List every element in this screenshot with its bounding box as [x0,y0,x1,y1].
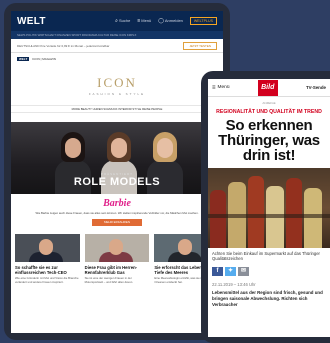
phone-screen: ≡ Menü Bild TV-Sende ANZEIGE REGIONALITÄ… [208,79,330,337]
user-icon: ◯ [158,18,164,24]
tablet-device: WELT ⌕Suche ≡Menü ◯Anmelden WELTPLUS NEW… [4,3,230,340]
intro-text: Wie Barbie zeigen auch diese Frauen, das… [35,211,199,215]
promo-button[interactable]: JETZT TESTEN [183,41,217,50]
tv-link[interactable]: TV-Sende [306,85,326,90]
facebook-icon[interactable]: f [212,266,223,276]
cta-button[interactable]: MEHR ERFAHREN [92,219,142,226]
hamburger-icon: ≡ [137,18,141,24]
search-icon: ⌕ [115,18,118,24]
device-mockup-stage: WELT ⌕Suche ≡Menü ◯Anmelden WELTPLUS NEW… [0,0,330,343]
ad-label: ANZEIGE [262,101,276,105]
article-teaser: Sie ist eine der wenigen Frauen in der M… [84,276,134,284]
article-title: Diese Frau gibt im Herren-Rennfahrerklub… [84,265,138,275]
welt-mini-logo[interactable]: WELT [17,57,30,61]
bild-logo[interactable]: Bild [257,79,278,96]
promo-bar: DEUTSCHLAND Ihre Vorteile für 0,99 € im … [11,39,223,53]
hamburger-icon[interactable]: ≡ [212,85,216,91]
icon-tagline: FASHION & STYLE [88,91,146,96]
mail-icon[interactable]: ✉ [238,266,249,276]
menu-link[interactable]: ≡Menü [137,18,151,24]
login-link[interactable]: ◯Anmelden [158,18,183,24]
article-card[interactable]: Diese Frau gibt im Herren-Rennfahrerklub… [84,234,150,284]
icon-masthead: ICON FASHION & STYLE [11,65,223,105]
share-buttons: f ✦ ✉ [208,262,330,276]
article-date: 22.11.2019 – 13:46 Uhr [212,281,256,287]
article-teaser: Wie eine Gründerin mit Mut und Vision di… [15,276,79,284]
article-cards: So schaffte sie es zur einflussreichen T… [11,226,223,284]
welt-header: WELT ⌕Suche ≡Menü ◯Anmelden WELTPLUS [11,11,223,31]
article-title: So schaffte sie es zur einflussreichen T… [15,265,67,275]
icon-brand-row: WELT ICON | MAGAZIN [11,53,223,65]
icon-category-nav[interactable]: MODE BEAUTY UHREN SCHMUCK INTERIOR STYLE… [11,105,223,113]
welt-nav: ⌕Suche ≡Menü ◯Anmelden WELTPLUS [115,17,217,25]
icon-brand-text: ICON | MAGAZIN [32,57,56,61]
twitter-icon[interactable]: ✦ [225,266,236,276]
menu-label[interactable]: Menü [218,85,230,90]
phone-device: ≡ Menü Bild TV-Sende ANZEIGE REGIONALITÄ… [201,71,330,343]
article-card[interactable]: So schaffte sie es zur einflussreichen T… [15,234,80,284]
article-lead: Lebensmittel aus der Region sind frisch,… [212,289,323,307]
welt-plus-button[interactable]: WELTPLUS [189,17,217,25]
article-headline: So erkennen Thüringer, was drin ist! [218,117,320,164]
photo-caption: Achten Sie beim Einkauf im Supermarkt au… [212,251,320,262]
icon-logo[interactable]: ICON [97,75,137,91]
tablet-screen: WELT ⌕Suche ≡Menü ◯Anmelden WELTPLUS NEW… [11,11,223,333]
search-link[interactable]: ⌕Suche [115,18,130,24]
article-photo [208,168,330,248]
article-thumbnail [84,234,150,262]
role-models-hero[interactable]: PRÄSENTIERT ROLE MODELS [11,122,223,194]
hero-label: PRÄSENTIERT ROLE MODELS [11,172,223,188]
bild-header: ≡ Menü Bild TV-Sende [208,79,330,97]
article-thumbnail [15,234,80,262]
article-kicker: REGIONALITÄT UND QUALITÄT IM TREND [216,109,322,115]
hero-title: ROLE MODELS [73,176,161,188]
welt-logo[interactable]: WELT [17,16,46,27]
promo-text: DEUTSCHLAND Ihre Vorteile für 0,99 € im … [17,43,110,48]
barbie-logo: Barbie [103,198,131,209]
welt-section-nav[interactable]: NEWS POLITIK WIRTSCHAFT FINANZEN SPORT P… [11,31,223,39]
